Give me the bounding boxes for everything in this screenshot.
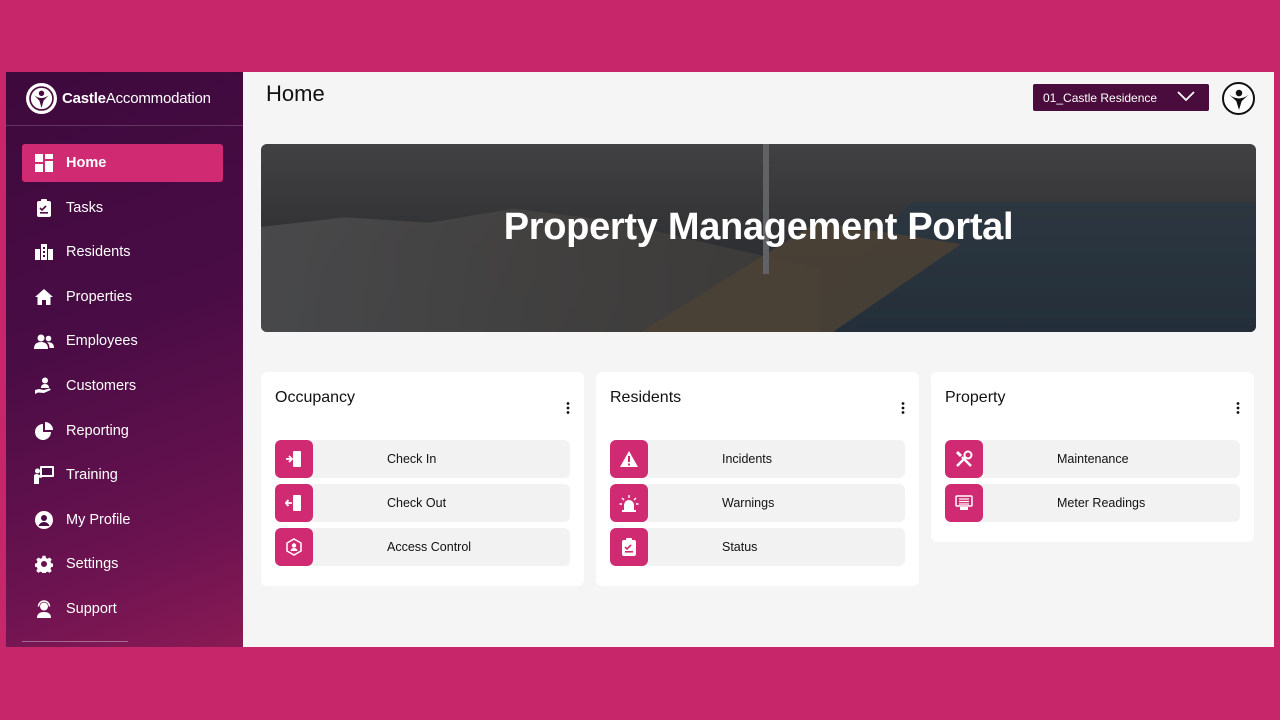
meter-icon: [945, 484, 983, 522]
page-title: Home: [266, 81, 325, 106]
sidebar-item-label: Employees: [66, 333, 138, 350]
sidebar-item-label: Home: [66, 155, 107, 171]
action-label: Check Out: [387, 496, 447, 510]
sidebar-item-label: Customers: [66, 377, 137, 394]
sidebar-item-label: Support: [66, 600, 117, 617]
app-window: CastleAccommodation Home Tasks Residents…: [6, 72, 1274, 647]
card-row: Occupancy Check In Check Out Access Cont…: [261, 372, 1254, 586]
sidebar-item-label: Training: [66, 467, 118, 484]
sidebar-item-my-profile[interactable]: My Profile: [22, 501, 223, 539]
gear-icon: [34, 554, 54, 574]
property-select-value: 01_Castle Residence: [1043, 90, 1158, 105]
card-title: Property: [945, 389, 1006, 406]
property-select[interactable]: 01_Castle Residence: [1033, 84, 1209, 111]
sidebar-item-label: My Profile: [66, 511, 131, 528]
castle-logo-icon: [26, 83, 57, 114]
sidebar-item-home[interactable]: Home: [22, 144, 223, 182]
card-residents: Residents Incidents Warnings Status: [596, 372, 919, 586]
warnings-button[interactable]: Warnings: [610, 484, 905, 522]
tools-icon: [945, 440, 983, 478]
building-icon: [34, 242, 54, 262]
check-out-button[interactable]: Check Out: [275, 484, 570, 522]
banner-title: Property Management Portal: [503, 206, 1014, 248]
more-vertical-icon[interactable]: [901, 401, 905, 419]
sidebar-nav: Home Tasks Residents Properties Employee…: [6, 126, 243, 628]
headset-icon: [34, 599, 54, 619]
check-in-button[interactable]: Check In: [275, 440, 570, 478]
sidebar-item-customers[interactable]: Customers: [22, 367, 223, 405]
action-label: Warnings: [722, 496, 775, 510]
sidebar-divider: [22, 641, 128, 642]
card-title: Occupancy: [275, 389, 356, 406]
card-occupancy: Occupancy Check In Check Out Access Cont…: [261, 372, 584, 586]
sidebar: CastleAccommodation Home Tasks Residents…: [6, 72, 243, 647]
avatar[interactable]: [1222, 82, 1255, 115]
card-title: Residents: [610, 389, 682, 406]
house-icon: [34, 287, 54, 307]
access-control-icon: [275, 528, 313, 566]
incidents-button[interactable]: Incidents: [610, 440, 905, 478]
sidebar-item-reporting[interactable]: Reporting: [22, 412, 223, 450]
access-control-button[interactable]: Access Control: [275, 528, 570, 566]
sidebar-item-employees[interactable]: Employees: [22, 322, 223, 360]
sidebar-item-training[interactable]: Training: [22, 456, 223, 494]
main-content: Home 01_Castle Residence Property Manage…: [243, 72, 1274, 647]
presentation-icon: [34, 465, 54, 485]
status-button[interactable]: Status: [610, 528, 905, 566]
warning-triangle-icon: [610, 440, 648, 478]
sign-out-icon: [275, 484, 313, 522]
sidebar-item-label: Tasks: [66, 199, 104, 216]
sidebar-item-support[interactable]: Support: [22, 590, 223, 628]
action-label: Access Control: [387, 540, 472, 554]
action-label: Incidents: [722, 452, 773, 466]
sidebar-item-label: Properties: [66, 288, 133, 305]
sign-in-icon: [275, 440, 313, 478]
chevron-down-icon: [1177, 90, 1195, 105]
sidebar-item-label: Residents: [66, 244, 131, 261]
action-label: Status: [722, 540, 758, 554]
siren-icon: [610, 484, 648, 522]
castle-logo-icon: [1228, 89, 1249, 110]
users-icon: [34, 331, 54, 351]
clipboard-icon: [34, 198, 54, 218]
sidebar-item-tasks[interactable]: Tasks: [22, 189, 223, 227]
action-label: Maintenance: [1057, 452, 1129, 466]
brand-name: CastleAccommodation: [62, 90, 211, 107]
sidebar-item-residents[interactable]: Residents: [22, 233, 223, 271]
hand-user-icon: [34, 376, 54, 396]
clipboard-check-icon: [610, 528, 648, 566]
action-label: Check In: [387, 452, 437, 466]
more-vertical-icon[interactable]: [1236, 401, 1240, 419]
card-property: Property Maintenance Meter Readings: [931, 372, 1254, 542]
sidebar-item-properties[interactable]: Properties: [22, 278, 223, 316]
meter-readings-button[interactable]: Meter Readings: [945, 484, 1240, 522]
pie-chart-icon: [34, 421, 54, 441]
sidebar-item-label: Reporting: [66, 422, 129, 439]
sidebar-item-label: Settings: [66, 556, 119, 573]
user-circle-icon: [34, 510, 54, 530]
action-label: Meter Readings: [1057, 496, 1146, 510]
sidebar-item-settings[interactable]: Settings: [22, 545, 223, 583]
brand[interactable]: CastleAccommodation: [6, 72, 243, 126]
grid-icon: [34, 153, 54, 173]
maintenance-button[interactable]: Maintenance: [945, 440, 1240, 478]
hero-banner: Property Management Portal: [261, 144, 1256, 332]
more-vertical-icon[interactable]: [566, 401, 570, 419]
